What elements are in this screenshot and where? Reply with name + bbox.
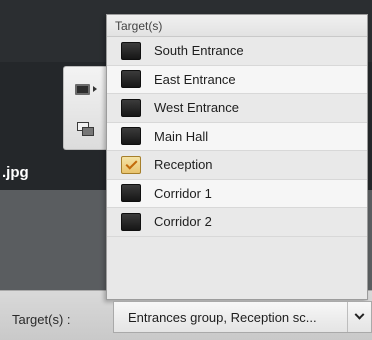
list-item-label: Corridor 2 — [154, 214, 212, 230]
checkbox[interactable] — [121, 127, 141, 146]
checkbox[interactable] — [121, 70, 141, 89]
monitor-button[interactable] — [70, 73, 102, 105]
targets-list: South Entrance East Entrance West Entran… — [107, 37, 367, 237]
checkbox[interactable] — [121, 184, 141, 203]
list-item-label: West Entrance — [154, 100, 240, 116]
list-item[interactable]: Corridor 2 — [107, 208, 367, 237]
list-item[interactable]: West Entrance — [107, 94, 367, 123]
target-label: Target(s) : — [12, 312, 71, 327]
filename-text: .jpg — [2, 164, 29, 181]
tool-strip — [63, 66, 107, 150]
list-item-label: Reception — [154, 157, 213, 173]
list-item[interactable]: South Entrance — [107, 37, 367, 66]
targets-select[interactable]: Entrances group, Reception sc... — [113, 301, 372, 333]
list-item-label: South Entrance — [154, 43, 244, 59]
targets-dropdown: Target(s) South Entrance East Entrance W… — [106, 14, 368, 300]
monitor-icon — [75, 83, 90, 95]
checkbox[interactable] — [121, 98, 141, 117]
checkbox[interactable] — [121, 41, 141, 60]
list-item[interactable]: Reception — [107, 151, 367, 180]
checkbox-checked[interactable] — [121, 155, 141, 174]
select-value: Entrances group, Reception sc... — [128, 309, 317, 325]
list-item-label: Main Hall — [154, 128, 209, 144]
dropdown-header: Target(s) — [107, 15, 367, 37]
list-item[interactable]: Corridor 1 — [107, 179, 367, 208]
checkbox[interactable] — [121, 212, 141, 231]
select-arrow-button[interactable] — [347, 302, 371, 332]
list-item[interactable]: East Entrance — [107, 65, 367, 94]
list-item-label: Corridor 1 — [154, 185, 212, 201]
windows-button[interactable] — [70, 113, 102, 145]
windows-icon — [77, 121, 95, 137]
chevron-down-icon — [354, 309, 365, 320]
list-item-label: East Entrance — [154, 71, 236, 87]
list-item[interactable]: Main Hall — [107, 122, 367, 151]
submenu-arrow-icon — [93, 86, 97, 92]
checkmark-icon — [124, 157, 138, 170]
